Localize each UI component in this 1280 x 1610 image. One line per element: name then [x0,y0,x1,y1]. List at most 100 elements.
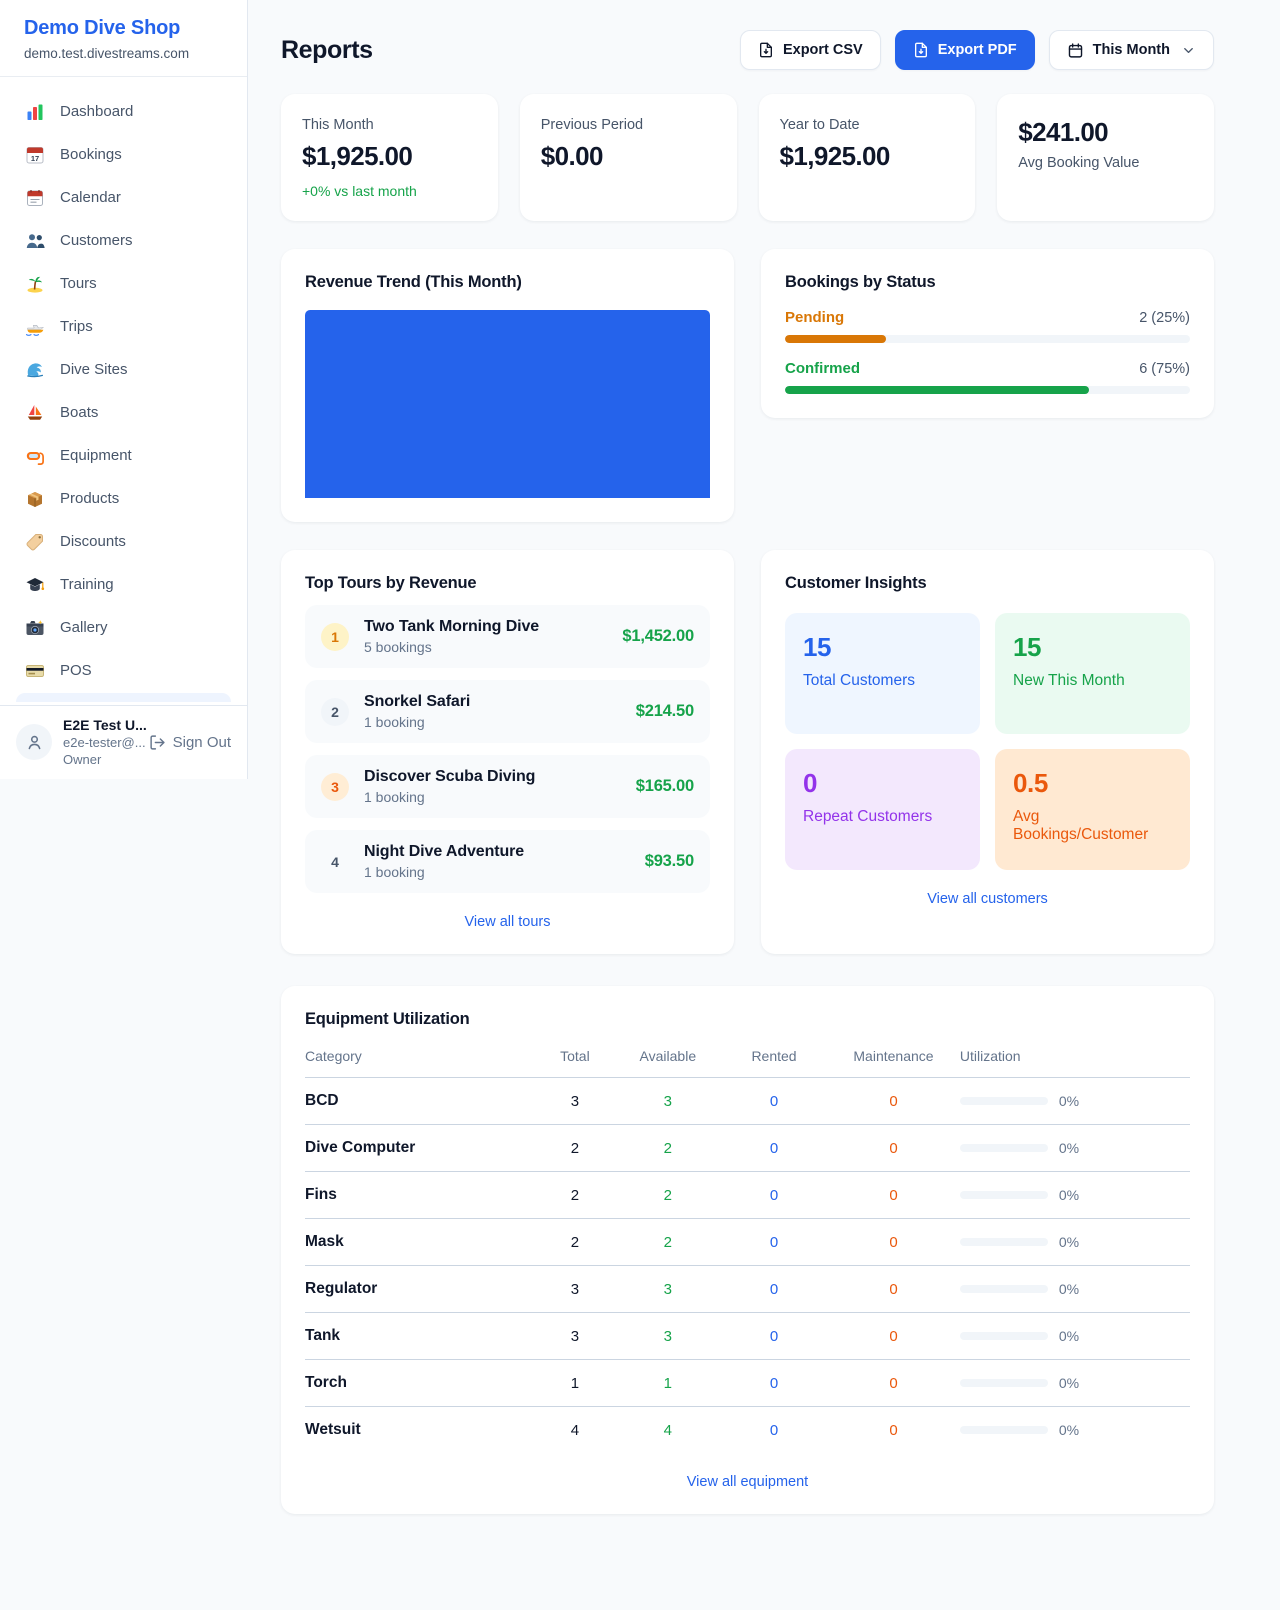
sidebar-item-products[interactable]: Products [14,477,233,520]
card-title: Revenue Trend (This Month) [305,273,710,292]
tile-new-this-month: 15 New This Month [995,613,1190,734]
sidebar-item-label: Customers [60,232,133,249]
camera-icon [25,618,45,638]
stat-label: Previous Period [541,117,716,133]
card-title: Equipment Utilization [305,1010,1190,1029]
sidebar-item-boats[interactable]: Boats [14,391,233,434]
stat-value: $241.00 [1018,117,1193,148]
cell-available: 2 [615,1219,721,1266]
person-icon [25,733,44,752]
status-label: Pending [785,309,844,326]
tile-label: New This Month [1013,672,1172,690]
tile-label: Total Customers [803,672,962,690]
table-row: Tank33000% [305,1313,1190,1360]
export-csv-label: Export CSV [783,42,863,58]
sidebar-item-customers[interactable]: Customers [14,219,233,262]
brand-name[interactable]: Demo Dive Shop [24,17,223,40]
progress-fill [785,335,886,343]
utilization-percent: 0% [1059,1422,1079,1438]
avatar [16,724,52,760]
tour-bookings: 1 booking [364,789,535,805]
cell-rented: 0 [721,1219,827,1266]
status-value: 6 (75%) [1139,361,1190,377]
period-select-button[interactable]: This Month [1049,30,1214,70]
user-panel: E2E Test U... e2e-tester@... Owner Sign … [0,705,247,779]
sidebar-item-label: Gallery [60,619,108,636]
sidebar-item-label: Calendar [60,189,121,206]
cell-maintenance: 0 [827,1125,960,1172]
cell-rented: 0 [721,1125,827,1172]
sidebar-item-discounts[interactable]: Discounts [14,520,233,563]
status-value: 2 (25%) [1139,310,1190,326]
users-icon [25,231,45,251]
sidebar-item-pos[interactable]: POS [14,649,233,692]
cell-maintenance: 0 [827,1078,960,1125]
calendar-date-icon: 17 [25,145,45,165]
cell-utilization: 0% [960,1360,1190,1407]
stat-label: Avg Booking Value [1018,155,1193,171]
sidebar-item-training[interactable]: Training [14,563,233,606]
sidebar-item-gallery[interactable]: Gallery [14,606,233,649]
tour-name: Snorkel Safari [364,693,470,711]
equipment-utilization-card: Equipment Utilization Category Total Ava… [281,986,1214,1514]
sidebar-item-trips[interactable]: Trips [14,305,233,348]
price-tag-icon [25,532,45,552]
cell-maintenance: 0 [827,1219,960,1266]
export-csv-button[interactable]: Export CSV [740,30,881,70]
sidebar-item-reports-active-partial[interactable] [16,693,231,702]
sidebar-item-bookings[interactable]: 17 Bookings [14,133,233,176]
user-name: E2E Test U... [63,717,138,733]
cell-rented: 0 [721,1407,827,1454]
sidebar-item-dive-sites[interactable]: Dive Sites [14,348,233,391]
export-pdf-button[interactable]: Export PDF [895,30,1035,70]
sidebar-item-dashboard[interactable]: Dashboard [14,90,233,133]
status-row-pending: Pending 2 (25%) [785,309,1190,343]
cell-available: 4 [615,1407,721,1454]
page-title: Reports [281,36,373,65]
list-item: 3 Discover Scuba Diving 1 booking $165.0… [305,755,710,818]
table-row: Torch11000% [305,1360,1190,1407]
bar-chart-icon [25,102,45,122]
tour-bookings: 1 booking [364,714,470,730]
column-header-total: Total [535,1048,615,1078]
sidebar: Demo Dive Shop demo.test.divestreams.com… [0,0,248,779]
sign-out-button[interactable]: Sign Out [149,734,231,751]
utilization-track [960,1285,1048,1293]
chevron-down-icon [1181,43,1196,58]
customer-insights-grid: 15 Total Customers 15 New This Month 0 R… [785,613,1190,870]
stat-card-previous-period: Previous Period $0.00 [520,94,737,221]
cell-maintenance: 0 [827,1313,960,1360]
tile-value: 15 [1013,632,1172,663]
credit-card-icon [25,661,45,681]
sidebar-item-tours[interactable]: Tours [14,262,233,305]
view-all-equipment-link[interactable]: View all equipment [305,1474,1190,1490]
sidebar-item-label: Trips [60,318,93,335]
cell-available: 3 [615,1313,721,1360]
main-content: Reports Export CSV Export PDF This Month… [248,0,1280,1554]
cell-rented: 0 [721,1078,827,1125]
column-header-available: Available [615,1048,721,1078]
view-all-customers-link[interactable]: View all customers [785,891,1190,907]
utilization-track [960,1097,1048,1105]
cell-utilization: 0% [960,1219,1190,1266]
sidebar-item-label: Bookings [60,146,122,163]
tile-total-customers: 15 Total Customers [785,613,980,734]
table-row: Mask22000% [305,1219,1190,1266]
cell-total: 3 [535,1078,615,1125]
card-title: Customer Insights [785,574,1190,593]
view-all-tours-link[interactable]: View all tours [305,914,710,930]
rank-badge: 2 [321,698,349,726]
tour-amount: $93.50 [645,852,694,871]
package-icon [25,489,45,509]
sidebar-item-calendar[interactable]: Calendar [14,176,233,219]
sidebar-item-label: Products [60,490,119,507]
sidebar-item-equipment[interactable]: Equipment [14,434,233,477]
stat-value: $1,925.00 [780,141,955,172]
tour-name: Discover Scuba Diving [364,768,535,786]
cell-category: Wetsuit [305,1407,535,1454]
sign-out-label: Sign Out [173,734,231,751]
cell-utilization: 0% [960,1125,1190,1172]
table-row: BCD33000% [305,1078,1190,1125]
tile-label: Avg Bookings/Customer [1013,808,1172,844]
stat-value: $0.00 [541,141,716,172]
